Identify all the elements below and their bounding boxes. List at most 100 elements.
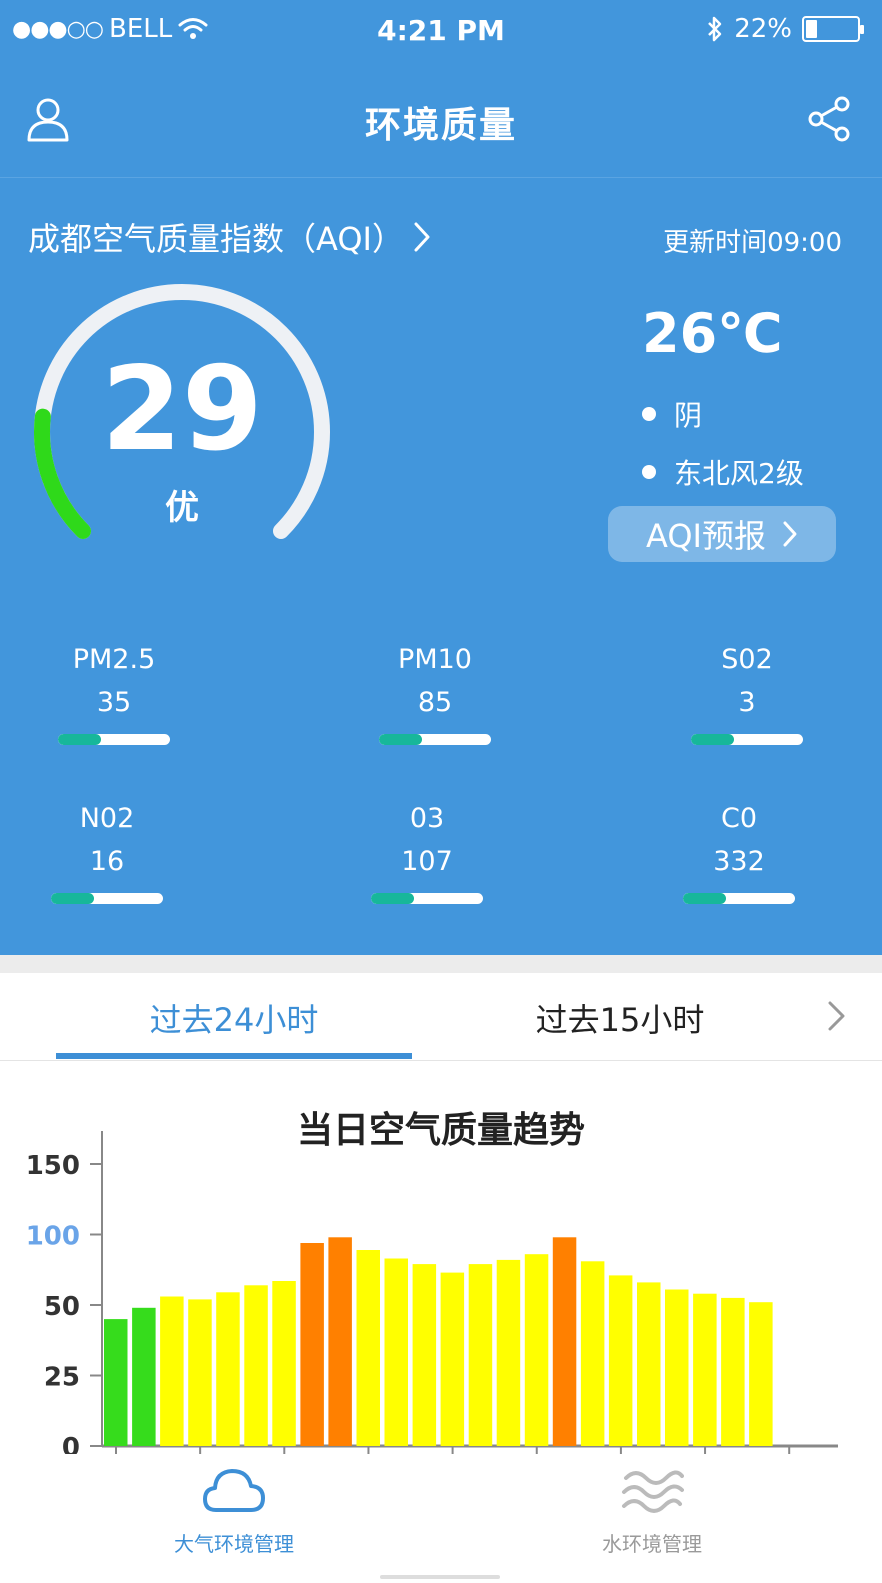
bullet-icon bbox=[642, 407, 656, 421]
status-bar: ●●●○○ BELL 4:21 PM 22% bbox=[0, 0, 882, 60]
tab-past-24-hours[interactable]: 过去24小时 bbox=[56, 995, 412, 1041]
pollutant-bar-fill bbox=[379, 734, 422, 745]
chart-bar bbox=[749, 1302, 773, 1446]
chart-bar bbox=[552, 1237, 577, 1446]
chart-bar bbox=[440, 1272, 465, 1446]
pollutant-bar-fill bbox=[683, 893, 726, 904]
chart-bar bbox=[356, 1250, 380, 1446]
chart-bar bbox=[524, 1254, 549, 1446]
pollutant-value: 85 bbox=[417, 687, 453, 718]
chart-bar bbox=[300, 1243, 324, 1446]
cloud-icon bbox=[203, 1469, 265, 1512]
navigation-bar: 环境质量 bbox=[0, 60, 882, 178]
chart-bar bbox=[216, 1292, 240, 1446]
chevron-right-icon bbox=[783, 521, 797, 547]
weather-sky: 阴 bbox=[674, 399, 703, 432]
pollutant-bar-fill bbox=[58, 734, 101, 745]
chart-bar bbox=[721, 1297, 745, 1446]
chart-bar bbox=[665, 1289, 689, 1446]
pollutant-bar bbox=[58, 734, 170, 745]
chart-bar bbox=[496, 1259, 521, 1446]
pollutant-value: 35 bbox=[96, 687, 132, 718]
chart-bar bbox=[468, 1264, 493, 1446]
pollutant-bar bbox=[371, 893, 483, 904]
pollutant-bar-fill bbox=[691, 734, 734, 745]
pollutant-pm25: PM2.5 35 bbox=[34, 644, 194, 745]
home-indicator bbox=[380, 1575, 500, 1579]
temperature: 26℃ bbox=[642, 302, 783, 365]
weather-condition-item: 东北风2级 bbox=[642, 452, 804, 492]
chart-bar bbox=[637, 1282, 661, 1446]
y-tick-label: 50 bbox=[44, 1292, 80, 1322]
chart-bar bbox=[608, 1275, 633, 1446]
y-tick-label: 100 bbox=[26, 1222, 80, 1252]
pollutant-o3: 03 107 bbox=[347, 803, 507, 904]
chart-bar bbox=[384, 1258, 408, 1446]
chart-bar bbox=[328, 1237, 352, 1446]
pollutant-bar-fill bbox=[371, 893, 414, 904]
aqi-forecast-button[interactable]: AQI预报 bbox=[608, 506, 836, 562]
nav-air-label: 大气环境管理 bbox=[174, 1532, 294, 1556]
chevron-right-icon[interactable] bbox=[826, 999, 848, 1033]
nav-water-label: 水环境管理 bbox=[602, 1532, 702, 1556]
status-right: 22% bbox=[706, 14, 864, 44]
chart-bar bbox=[160, 1296, 184, 1446]
pollutant-bar bbox=[683, 893, 795, 904]
pollutant-name: 03 bbox=[409, 803, 445, 834]
pollutant-value: 16 bbox=[89, 846, 125, 877]
chart-bar bbox=[693, 1293, 717, 1446]
chart-bar bbox=[412, 1264, 437, 1446]
y-tick-label: 150 bbox=[26, 1151, 80, 1181]
pollutant-name: S02 bbox=[721, 644, 773, 675]
battery-level bbox=[806, 20, 817, 38]
chart-bar bbox=[188, 1299, 212, 1446]
update-time: 更新时间09:00 bbox=[663, 228, 842, 258]
bullet-icon bbox=[642, 465, 656, 479]
chevron-right-icon bbox=[414, 222, 430, 252]
chart-bar bbox=[244, 1285, 268, 1446]
chart-bar bbox=[104, 1319, 128, 1446]
weather-wind: 东北风2级 bbox=[674, 457, 804, 490]
y-tick-label: 25 bbox=[44, 1363, 80, 1393]
pollutant-bar bbox=[691, 734, 803, 745]
pollutant-value: 107 bbox=[401, 846, 453, 877]
tab-past-15-hours[interactable]: 过去15小时 bbox=[500, 995, 740, 1041]
aqi-value: 29 bbox=[101, 342, 263, 477]
nav-water-management[interactable]: 水环境管理 bbox=[532, 1464, 772, 1557]
pollutant-value: 332 bbox=[713, 846, 765, 877]
chart-bar bbox=[132, 1307, 156, 1446]
aqi-hero-panel: ●●●○○ BELL 4:21 PM 22% 环境质量 成都空气质量指数（AQI… bbox=[0, 0, 882, 962]
chart-bar bbox=[272, 1281, 296, 1446]
pollutant-name: C0 bbox=[720, 803, 758, 834]
pollutant-bar bbox=[51, 893, 163, 904]
aqi-forecast-label: AQI预报 bbox=[646, 517, 766, 555]
pollutant-value: 3 bbox=[738, 687, 756, 718]
pollutant-name: PM2.5 bbox=[72, 644, 156, 675]
battery-percent: 22% bbox=[734, 14, 792, 44]
aqi-city-link[interactable]: 成都空气质量指数（AQI） bbox=[28, 214, 432, 260]
aqi-trend-chart: 02550100150 bbox=[26, 1131, 838, 1461]
weather-condition-item: 阴 bbox=[642, 394, 804, 434]
time-range-tabs: 过去24小时 过去15小时 bbox=[0, 973, 882, 1061]
bluetooth-icon bbox=[708, 16, 722, 42]
nav-air-management[interactable]: 大气环境管理 bbox=[114, 1464, 354, 1557]
aqi-heading: 成都空气质量指数（AQI） bbox=[28, 220, 404, 258]
trend-chart-section: 当日空气质量趋势 0 25 50 100 150 bbox=[0, 1061, 882, 1461]
bottom-navigation: 大气环境管理 水环境管理 bbox=[0, 1454, 882, 1583]
pollutant-co: C0 332 bbox=[659, 803, 819, 904]
water-waves-icon bbox=[622, 1470, 684, 1513]
weather-conditions: 阴 东北风2级 bbox=[642, 394, 804, 510]
chart-bar bbox=[580, 1261, 605, 1446]
active-tab-indicator bbox=[56, 1053, 412, 1059]
pollutant-bar bbox=[379, 734, 491, 745]
pollutant-no2: N02 16 bbox=[27, 803, 187, 904]
pollutant-bar-fill bbox=[51, 893, 94, 904]
pollutant-pm10: PM10 85 bbox=[355, 644, 515, 745]
aqi-level: 优 bbox=[165, 488, 199, 528]
share-icon[interactable] bbox=[808, 96, 852, 142]
page-title: 环境质量 bbox=[364, 105, 517, 146]
pollutant-so2: S02 3 bbox=[667, 644, 827, 745]
battery-icon bbox=[802, 16, 864, 42]
section-divider bbox=[0, 955, 882, 973]
pollutant-name: N02 bbox=[79, 803, 135, 834]
